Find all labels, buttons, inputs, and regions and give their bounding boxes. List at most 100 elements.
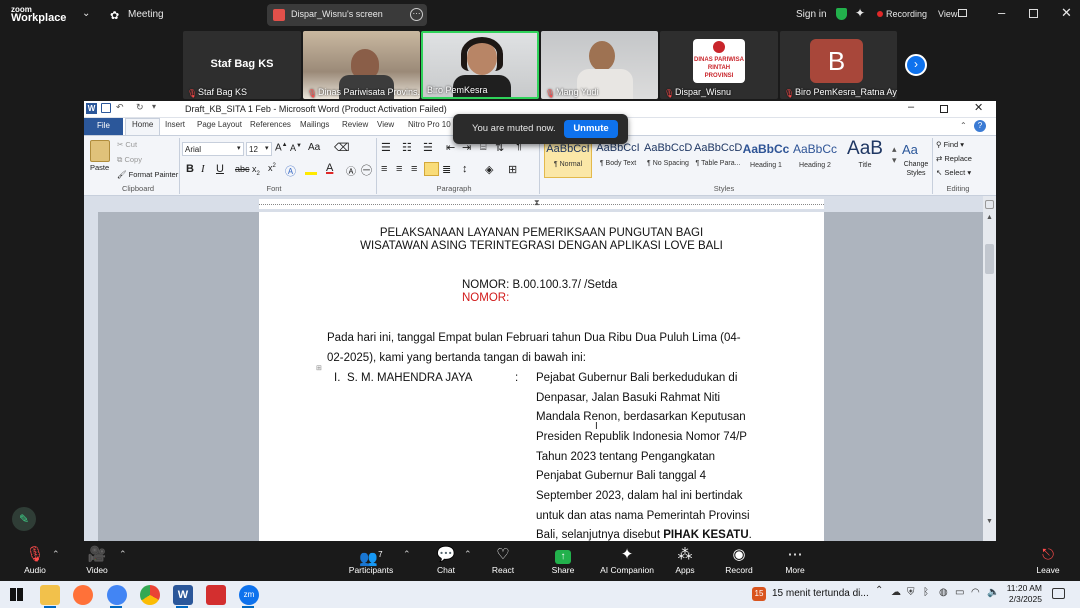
superscript-button[interactable]: x2 <box>268 163 276 173</box>
view-menu[interactable]: View <box>938 9 957 19</box>
tab-home-label[interactable]: Home <box>132 120 153 129</box>
align-left-icon[interactable]: ≡ <box>381 163 387 175</box>
style-table-paragraph[interactable]: AaBbCcD ¶ Table Para... <box>694 142 742 178</box>
line-spacing-icon[interactable]: ↕ <box>462 163 468 175</box>
tab-insert[interactable]: Insert <box>165 120 185 129</box>
bullets-icon[interactable]: ☰ <box>381 141 391 154</box>
tab-file[interactable]: File <box>84 118 123 135</box>
record-button[interactable]: ◉ Record <box>709 545 769 575</box>
restore-icon[interactable] <box>1029 9 1038 18</box>
horizontal-ruler[interactable]: ⧗ <box>84 196 996 212</box>
text-effects-icon[interactable]: Ⓐ <box>285 163 296 179</box>
annotate-pen-icon[interactable]: ✎ <box>12 507 36 531</box>
tab-nitro-pro[interactable]: Nitro Pro 10 <box>408 120 451 129</box>
word-minimize-icon[interactable]: – <box>908 101 914 113</box>
scroll-down-icon[interactable]: ▼ <box>986 518 993 525</box>
sign-in-link[interactable]: Sign in <box>796 9 827 20</box>
shading-icon[interactable]: ◈ <box>485 163 493 176</box>
word-close-icon[interactable]: ✕ <box>974 101 983 114</box>
indent-marker-icon[interactable]: ⧗ <box>534 198 540 208</box>
tab-references[interactable]: References <box>250 120 291 129</box>
replace-button[interactable]: ⇄ Replace <box>936 154 972 163</box>
style-normal[interactable]: AaBbCcI ¶ Normal <box>544 142 592 178</box>
ribbon-collapse-icon[interactable]: ⌃ <box>960 121 967 130</box>
clear-formatting-icon[interactable]: ⌫ <box>334 141 350 154</box>
document-page[interactable]: PELAKSANAAN LAYANAN PEMERIKSAAN PUNGUTAN… <box>259 212 824 541</box>
meeting-label[interactable]: Meeting <box>128 9 164 20</box>
scrollbar-thumb[interactable] <box>985 244 994 274</box>
paste-icon[interactable] <box>90 140 110 162</box>
volume-icon[interactable]: 🔈 <box>987 587 999 598</box>
shrink-font-icon[interactable]: A▼ <box>290 143 302 153</box>
participant-tile[interactable]: B 🎙Biro PemKesra_Ratna Ayu <box>780 31 897 99</box>
tray-chevron-icon[interactable]: ⌃ <box>875 585 883 596</box>
quick-access-dropdown-icon[interactable]: ▾ <box>152 102 156 111</box>
audio-options-chevron-icon[interactable]: ⌃ <box>52 549 60 560</box>
word-taskbar-icon[interactable]: W <box>173 585 193 605</box>
taskbar-notification[interactable]: 15 menit tertunda di... <box>772 588 869 599</box>
next-page-arrow-icon[interactable]: › <box>905 54 927 76</box>
change-case-icon[interactable]: Aa <box>308 142 320 153</box>
strikethrough-button[interactable]: abc <box>235 164 250 174</box>
style-heading-1[interactable]: AaBbCc Heading 1 <box>742 142 790 178</box>
chrome-profile-icon[interactable] <box>107 585 127 605</box>
grow-font-icon[interactable]: A▲ <box>275 142 288 153</box>
style-body-text[interactable]: AaBbCcI ¶ Body Text <box>594 142 642 178</box>
react-button[interactable]: ♡ React <box>473 545 533 575</box>
tab-mailings[interactable]: Mailings <box>300 120 329 129</box>
style-title[interactable]: AaB Title <box>841 138 889 178</box>
recording-status[interactable]: Recording <box>886 9 927 19</box>
participant-tile[interactable]: Staf Bag KS 🎙Staf Bag KS <box>183 31 301 99</box>
enclose-characters-icon[interactable]: ㊀ <box>361 162 372 178</box>
participant-tile[interactable]: 🎙Dinas Pariwisata Provins... <box>303 31 420 99</box>
align-center-icon[interactable]: ≡ <box>396 163 402 175</box>
multilevel-list-icon[interactable]: ☱ <box>423 141 433 154</box>
firefox-icon[interactable] <box>73 585 93 605</box>
unmute-button[interactable]: Unmute <box>564 120 618 138</box>
tray-cloud-icon[interactable]: ☁ <box>891 587 901 598</box>
save-icon[interactable] <box>101 103 111 113</box>
participant-tile[interactable]: 🎙Mang Yudi <box>541 31 658 99</box>
bluetooth-icon[interactable]: ᛒ <box>923 587 929 598</box>
sparkle-icon[interactable]: ✦ <box>855 6 865 20</box>
vertical-scrollbar[interactable]: ▲ ▼ <box>983 196 996 541</box>
select-button[interactable]: ↖ Select ▾ <box>936 168 971 177</box>
ai-companion-button[interactable]: ✦ AI Companion <box>597 545 657 575</box>
windows-start-icon[interactable] <box>10 588 23 601</box>
style-no-spacing[interactable]: AaBbCcD ¶ No Spacing <box>644 142 692 178</box>
scroll-up-icon[interactable]: ▲ <box>986 214 993 221</box>
help-icon[interactable]: ? <box>974 120 986 132</box>
tab-page-layout[interactable]: Page Layout <box>197 120 242 129</box>
tab-view[interactable]: View <box>377 120 394 129</box>
word-restore-icon[interactable] <box>940 105 948 113</box>
clock[interactable]: 11:20 AM 2/3/2025 <box>1006 583 1042 605</box>
change-styles-button[interactable]: Change Styles <box>899 160 933 178</box>
change-styles-icon[interactable]: Aa <box>902 142 918 157</box>
participants-options-chevron-icon[interactable]: ⌃ <box>403 549 411 560</box>
video-options-chevron-icon[interactable]: ⌃ <box>119 549 127 560</box>
pdf-reader-icon[interactable] <box>206 585 226 605</box>
font-name-select[interactable]: Arial ▾ <box>182 142 244 156</box>
shield-icon[interactable] <box>836 8 847 20</box>
ruler-toggle-icon[interactable] <box>985 200 994 209</box>
leave-button[interactable]: ⎋ Leave <box>1018 545 1078 575</box>
notification-center-icon[interactable] <box>1052 588 1065 599</box>
tab-review[interactable]: Review <box>342 120 368 129</box>
zoom-taskbar-icon[interactable]: zm <box>239 585 259 605</box>
cut-button[interactable]: ✂ Cut <box>117 140 137 149</box>
more-button[interactable]: ⋯ More <box>765 545 825 575</box>
table-move-handle-icon[interactable]: ⊞ <box>316 364 322 372</box>
wifi-icon[interactable]: ◠ <box>971 587 980 598</box>
highlight-color-icon[interactable] <box>305 164 317 175</box>
underline-button[interactable]: U <box>216 163 224 175</box>
paste-button[interactable]: Paste <box>90 163 109 172</box>
align-right-icon[interactable]: ≡ <box>411 163 417 175</box>
font-color-icon[interactable]: A <box>326 162 333 174</box>
copy-button[interactable]: ⧉ Copy <box>117 155 142 165</box>
decrease-indent-icon[interactable]: ⇤ <box>446 141 455 154</box>
video-button[interactable]: 🎥 Video <box>67 545 127 575</box>
bold-button[interactable]: B <box>186 163 194 175</box>
find-button[interactable]: ⚲ Find ▾ <box>936 140 964 149</box>
participant-tile[interactable]: DINAS PARIWISA RINTAH PROVINSI 🎙Dispar_W… <box>660 31 778 99</box>
minimize-icon[interactable]: – <box>998 5 1005 20</box>
